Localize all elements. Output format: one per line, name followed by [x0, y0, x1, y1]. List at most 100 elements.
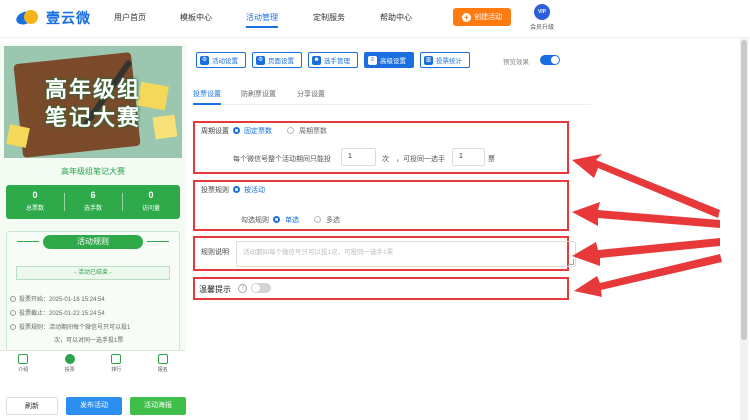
by-activity-option[interactable]: 按活动: [244, 185, 265, 195]
multi-choice-option[interactable]: 多选: [326, 215, 340, 225]
same-player-text: ，可投同一选手: [396, 156, 445, 163]
single-choice-radio[interactable]: [273, 216, 280, 223]
multi-choice-radio[interactable]: [314, 216, 321, 223]
vote-end-line: 投票截止：2025-01-22 15:24:54: [10, 308, 105, 317]
rules-box: [6, 231, 180, 351]
nav-item-home[interactable]: 用户首页: [114, 12, 146, 23]
vip-label: 会员升级: [529, 25, 554, 31]
vote-end-text: 投票截止：2025-01-22 15:24:54: [19, 311, 105, 317]
preview-tab-vote[interactable]: 投票: [47, 351, 94, 374]
subtab-vote-settings[interactable]: 投票设置: [193, 89, 221, 105]
tool-label: 投票统计: [436, 58, 462, 65]
vip-upgrade[interactable]: VIP 会员升级: [527, 4, 557, 31]
stat-label: 总票数: [25, 206, 44, 212]
activity-poster-button[interactable]: 活动海报: [130, 397, 186, 415]
fixed-votes-radio[interactable]: [233, 127, 240, 134]
sliders-icon: ≡: [368, 55, 377, 65]
logo-mark-icon: [14, 9, 42, 27]
subtab-share-settings[interactable]: 分享设置: [297, 89, 325, 99]
tool-label: 页面设置: [268, 58, 294, 65]
gear-icon: ⚙: [256, 55, 265, 65]
vote-icon: [64, 354, 75, 364]
publish-activity-button[interactable]: 发布活动: [66, 397, 122, 415]
stats-bar: 0 总票数 6 选手数 0 访问量: [6, 185, 180, 219]
stat-value: 0: [148, 190, 154, 200]
sub-tabs: 投票设置 防刷票设置 分享设置: [193, 87, 591, 105]
fixed-votes-option[interactable]: 固定票数: [244, 126, 272, 136]
periodic-votes-radio[interactable]: [287, 127, 294, 134]
tab-label: 排行: [111, 367, 122, 373]
vip-badge-icon: VIP: [534, 4, 550, 20]
tool-label: 选手管理: [324, 58, 350, 65]
tool-page-settings[interactable]: ⚙ 页面设置: [252, 52, 302, 68]
stat-visits: 0 访问量: [122, 185, 180, 219]
mobile-preview: 高年级组 笔记大赛 高年级组笔记大赛 0 总票数 6 选手数 0 访问量 活动规…: [0, 44, 186, 374]
tab-label: 投票: [64, 367, 75, 373]
vote-rule-label: 投票规则: [201, 187, 229, 194]
tool-label: 高级设置: [380, 58, 406, 65]
activity-ended-status: - 活动已结束 -: [16, 266, 170, 280]
subtab-anti-fraud[interactable]: 防刷票设置: [241, 89, 276, 99]
stat-value: 6: [90, 190, 96, 200]
by-activity-radio[interactable]: [233, 186, 240, 193]
intro-icon: [18, 354, 29, 364]
tips-highlight: [193, 277, 569, 300]
tool-advanced-settings[interactable]: ≡ 高级设置: [364, 52, 414, 68]
create-activity-button[interactable]: + 创建活动: [453, 8, 511, 26]
arrow-to-period-settings: [572, 154, 720, 218]
signup-icon: [157, 354, 168, 364]
rule-description-label: 规则说明: [201, 249, 229, 256]
page-scrollbar[interactable]: [740, 38, 748, 420]
single-choice-option[interactable]: 单选: [285, 215, 299, 225]
vote-start-text: 投票开始：2025-01-16 15:24:54: [19, 297, 105, 303]
check-rule-label: 勾选规则: [241, 217, 269, 224]
clock-icon: [10, 310, 16, 316]
tab-label: 介绍: [18, 367, 29, 373]
stat-players: 6 选手数: [64, 185, 122, 219]
tool-activity-settings[interactable]: ⚙ 活动设置: [196, 52, 246, 68]
times-unit: 次: [382, 156, 389, 163]
bar-chart-icon: ▥: [424, 55, 433, 65]
scroll-thumb[interactable]: [741, 40, 747, 340]
nav-item-help[interactable]: 帮助中心: [380, 12, 412, 23]
nav-item-templates[interactable]: 模板中心: [180, 12, 212, 23]
nav-item-activity-management[interactable]: 活动管理: [246, 12, 278, 28]
info-icon: [10, 324, 16, 330]
tool-vote-statistics[interactable]: ▥ 投票统计: [420, 52, 470, 68]
stat-total-votes: 0 总票数: [6, 185, 64, 219]
tool-label: 活动设置: [212, 58, 238, 65]
activity-banner: 高年级组 笔记大赛: [4, 46, 182, 158]
gear-icon: ⚙: [200, 55, 209, 65]
refresh-button[interactable]: 刷新: [6, 397, 58, 415]
stat-label: 访问量: [141, 206, 160, 212]
periodic-votes-option[interactable]: 周期票数: [299, 126, 327, 136]
preview-tab-bar: 介绍 投票 排行 报名: [0, 350, 186, 374]
clock-icon: [10, 296, 16, 302]
logo[interactable]: 壹云微: [14, 8, 91, 28]
activity-name: 高年级组笔记大赛: [61, 167, 125, 176]
help-icon[interactable]: ?: [238, 284, 247, 293]
users-icon: ☻: [312, 55, 321, 65]
tips-toggle[interactable]: [251, 283, 271, 293]
total-votes-input[interactable]: 1: [341, 148, 376, 166]
tool-player-management[interactable]: ☻ 选手管理: [308, 52, 358, 68]
preview-effect-toggle[interactable]: [540, 55, 560, 65]
period-settings-label: 周期设置: [201, 128, 229, 135]
tab-label: 报名: [157, 367, 168, 373]
same-player-votes-input[interactable]: 1: [452, 148, 485, 166]
preview-effect-label: 预览效果: [503, 59, 529, 66]
arrow-to-rule-description: [572, 238, 720, 266]
top-bar: 壹云微 用户首页 模板中心 活动管理 定制服务 帮助中心 + 创建活动 VIP …: [0, 0, 750, 38]
nav-item-custom-service[interactable]: 定制服务: [313, 12, 345, 23]
stat-label: 选手数: [83, 206, 102, 212]
banner-title-line2: 笔记大赛: [44, 106, 141, 131]
preview-tab-ranking[interactable]: 排行: [93, 351, 140, 374]
preview-tab-signup[interactable]: 报名: [140, 351, 187, 374]
vote-rule-continued: 次，可以对同一选手投1票: [54, 338, 124, 344]
rule-description-textarea[interactable]: 活动期间每个微信号只可以投1次，可投同一选手1票: [236, 241, 576, 267]
vote-rule-text: 投票规则：活动期间每个微信号只可以投1: [19, 325, 131, 331]
preview-tab-intro[interactable]: 介绍: [0, 351, 47, 374]
per-wechat-text: 每个微信号整个活动期间只能投: [233, 156, 331, 163]
vote-start-line: 投票开始：2025-01-16 15:24:54: [10, 294, 105, 303]
trophy-icon: [111, 354, 122, 364]
